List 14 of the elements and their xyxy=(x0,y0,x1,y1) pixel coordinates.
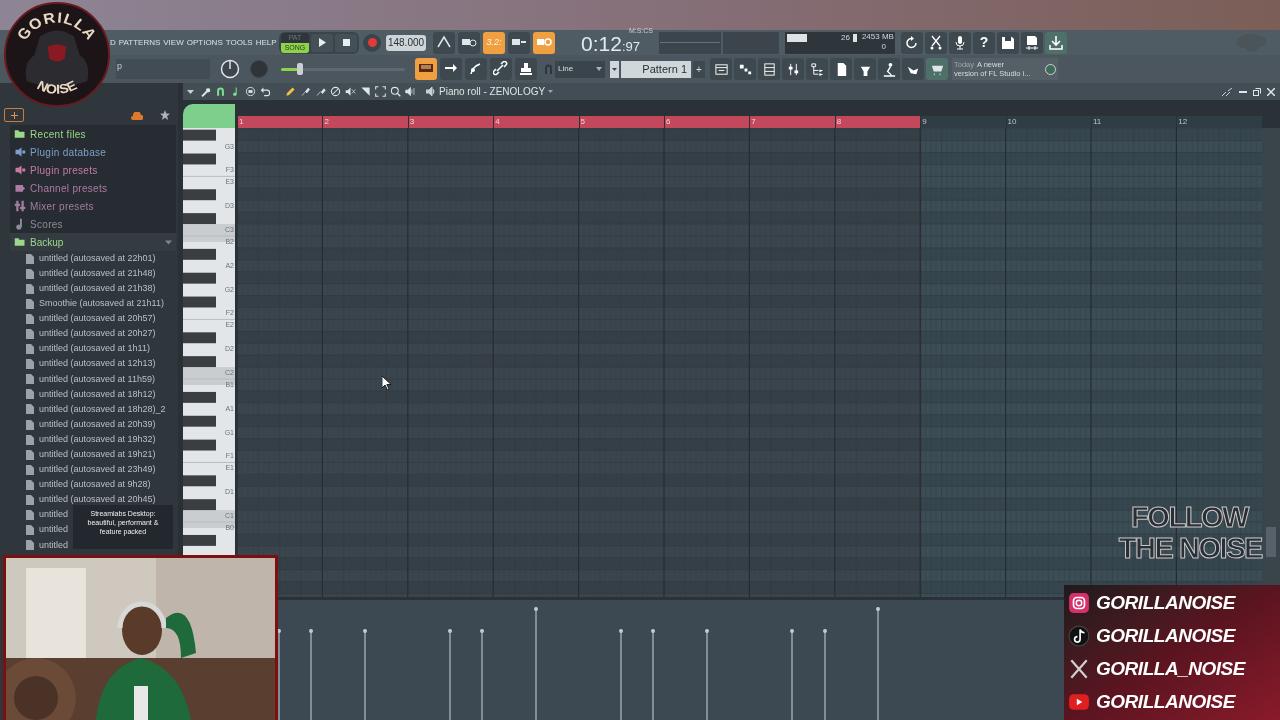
follow-text: THE NOISE xyxy=(1118,533,1262,564)
hint-text: p xyxy=(117,60,122,73)
polyphony-reading: 0 xyxy=(881,41,886,52)
piano-roll-title: Piano roll - ZENOLOGY xyxy=(439,85,546,99)
memory-reading: 2453 MB xyxy=(861,31,894,42)
social-handle: GORILLA_NOISE xyxy=(1096,657,1245,680)
social-handle: GORILLANOISE xyxy=(1096,625,1235,648)
cpu-reading: 26 xyxy=(841,32,850,44)
song-time: 0:12 xyxy=(581,34,622,55)
song-time-centiseconds: :97 xyxy=(621,38,640,57)
social-handle: GORILLANOISE xyxy=(1096,592,1235,615)
social-handle: GORILLANOISE xyxy=(1096,690,1235,713)
logo-text: NOISE xyxy=(34,78,80,97)
follow-text: FOLLOW xyxy=(1131,502,1248,533)
